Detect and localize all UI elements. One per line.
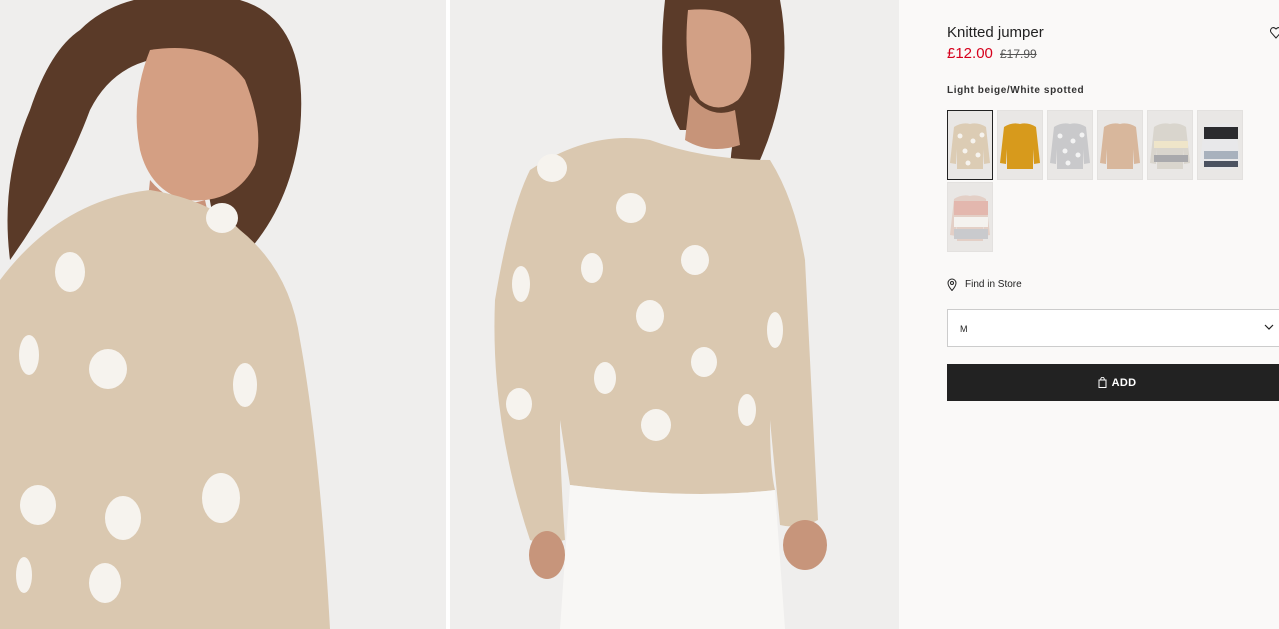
swatch-pink-grey-stripe[interactable] [947,182,993,252]
shopping-bag-icon [1098,377,1107,388]
find-in-store-label: Find in Store [965,279,1022,290]
swatch-beige-dots[interactable] [947,110,993,180]
product-info-panel: Knitted jumper £12.00 £17.99 Light beige… [899,0,1279,629]
size-selected-value: M [960,324,968,334]
model-front-illustration [450,0,899,629]
swatch-mustard[interactable] [997,110,1043,180]
swatch-thumbnail-icon [1098,111,1142,179]
location-pin-icon [947,278,957,291]
model-back-illustration [0,0,446,629]
color-name: Light beige/White spotted [947,85,1085,96]
swatch-thumbnail-icon [1148,111,1192,179]
swatch-thumbnail-icon [998,111,1042,179]
swatch-black-white-grey-stripe[interactable] [1197,110,1243,180]
find-in-store-link[interactable]: Find in Store [947,278,1022,291]
product-image-front[interactable] [450,0,899,629]
swatch-beige[interactable] [1097,110,1143,180]
swatch-thumbnail-icon [948,111,992,179]
product-price: £12.00 [947,45,993,62]
swatch-thumbnail-icon [1048,111,1092,179]
size-select[interactable]: M [947,309,1279,347]
add-button-label: ADD [1111,376,1137,389]
product-title: Knitted jumper [947,24,1044,41]
product-old-price: £17.99 [1000,47,1037,61]
swatch-beige-grey-stripe[interactable] [1147,110,1193,180]
chevron-down-icon [1264,324,1274,330]
add-to-bag-button[interactable]: ADD [947,364,1279,401]
product-image-back[interactable] [0,0,446,629]
swatch-grey-dots[interactable] [1047,110,1093,180]
swatch-thumbnail-icon [1198,111,1242,179]
favourite-heart-icon[interactable] [1270,26,1279,40]
swatch-thumbnail-icon [948,183,992,251]
